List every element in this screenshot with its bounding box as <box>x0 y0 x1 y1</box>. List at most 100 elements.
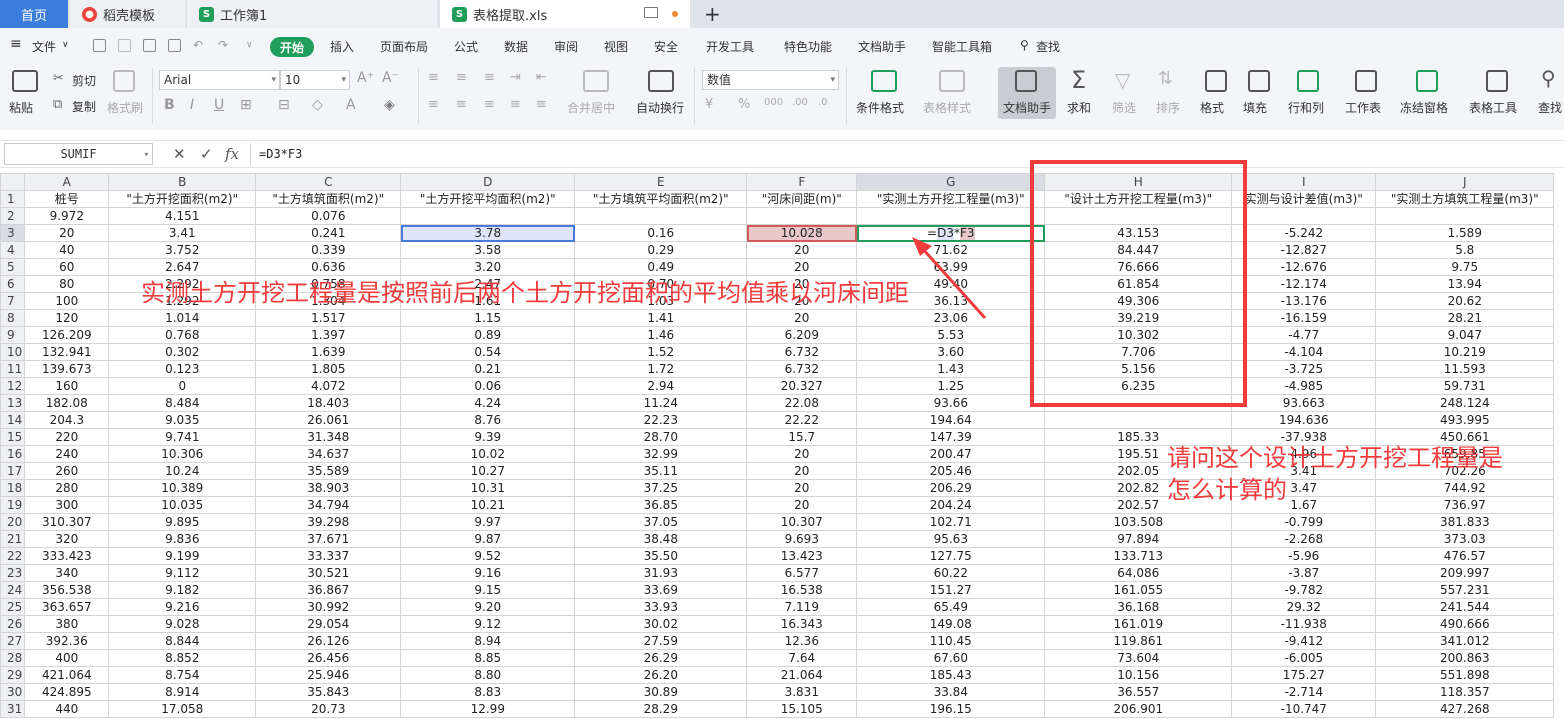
row-header[interactable]: 4 <box>0 241 26 259</box>
table-cell[interactable]: 8.484 <box>108 394 257 412</box>
table-cell[interactable]: 194.636 <box>1231 411 1377 429</box>
table-cell[interactable]: 10.219 <box>1375 343 1555 361</box>
table-cell[interactable]: 80 <box>24 275 110 293</box>
column-header[interactable]: B <box>108 173 257 191</box>
table-cell[interactable]: 0.70 <box>574 275 748 293</box>
table-cell[interactable]: 9.15 <box>400 581 576 599</box>
decrease-font-icon[interactable]: A⁻ <box>382 70 399 86</box>
table-cell[interactable]: 102.71 <box>856 513 1046 531</box>
table-cell[interactable]: -4.104 <box>1231 343 1377 361</box>
table-cell[interactable]: 1.43 <box>856 360 1046 378</box>
menu-search[interactable]: 查找 <box>1036 38 1060 55</box>
table-cell[interactable]: 20 <box>746 479 858 497</box>
table-cell[interactable]: 0 <box>108 377 257 395</box>
row-header[interactable]: 19 <box>0 496 26 514</box>
table-cell[interactable]: 736.97 <box>1375 496 1555 514</box>
table-cell[interactable]: 204.3 <box>24 411 110 429</box>
table-cell[interactable]: 10.02 <box>400 445 576 463</box>
cancel-icon[interactable]: ✕ <box>173 145 186 163</box>
table-cell[interactable]: 1.639 <box>255 343 402 361</box>
tab-workbook1[interactable]: S 工作簿1 <box>187 0 437 28</box>
table-cell[interactable]: 37.25 <box>574 479 748 497</box>
table-cell[interactable]: 9.97 <box>400 513 576 531</box>
table-cell[interactable]: 9.035 <box>108 411 257 429</box>
table-cell[interactable]: -12.827 <box>1231 241 1377 259</box>
table-cell[interactable]: 60 <box>24 258 110 276</box>
table-cell[interactable]: 35.50 <box>574 547 748 565</box>
table-cell[interactable]: 240 <box>24 445 110 463</box>
table-cell[interactable]: -12.676 <box>1231 258 1377 276</box>
menu-security[interactable]: 安全 <box>654 38 678 55</box>
table-cell[interactable]: 84.447 <box>1044 241 1233 259</box>
menu-features[interactable]: 特色功能 <box>784 38 832 55</box>
table-cell[interactable]: 241.544 <box>1375 598 1555 616</box>
table-cell[interactable] <box>574 207 748 225</box>
underline-icon[interactable]: U <box>214 97 224 113</box>
column-header[interactable]: C <box>255 173 402 191</box>
table-style-icon[interactable] <box>939 70 965 92</box>
table-cell[interactable]: 6.235 <box>1044 377 1233 395</box>
table-cell[interactable]: 551.898 <box>1375 666 1555 684</box>
table-cell[interactable]: 8.844 <box>108 632 257 650</box>
table-cell[interactable]: 202.05 <box>1044 462 1233 480</box>
table-cell[interactable]: 9.182 <box>108 581 257 599</box>
print-preview-icon[interactable] <box>168 39 181 52</box>
table-cell[interactable]: 18.403 <box>255 394 402 412</box>
table-cell[interactable]: 32.99 <box>574 445 748 463</box>
table-cell[interactable]: 260 <box>24 462 110 480</box>
table-cell[interactable]: 424.895 <box>24 683 110 701</box>
table-cell[interactable]: 20.62 <box>1375 292 1555 310</box>
table-cell[interactable]: 31.348 <box>255 428 402 446</box>
table-cell[interactable]: 0.49 <box>574 258 748 276</box>
table-cell[interactable]: 9.047 <box>1375 326 1555 344</box>
menu-file[interactable]: 文件 <box>32 38 56 55</box>
table-cell[interactable]: 73.604 <box>1044 649 1233 667</box>
table-cell[interactable]: 1.014 <box>108 309 257 327</box>
table-cell[interactable]: 33.337 <box>255 547 402 565</box>
save-icon[interactable] <box>93 39 106 52</box>
format-button[interactable]: 格式 <box>1200 99 1224 116</box>
table-cell[interactable]: 132.941 <box>24 343 110 361</box>
table-cell[interactable]: "土方填筑平均面积(m2)" <box>574 190 748 208</box>
table-cell[interactable]: 10.302 <box>1044 326 1233 344</box>
table-cell[interactable]: 9.52 <box>400 547 576 565</box>
row-header[interactable]: 1 <box>0 190 26 208</box>
table-cell[interactable]: 20 <box>746 309 858 327</box>
table-cell[interactable]: 3.752 <box>108 241 257 259</box>
conditional-format-button[interactable]: 条件格式 <box>856 99 904 116</box>
table-cell[interactable]: "土方填筑面积(m2)" <box>255 190 402 208</box>
table-cell[interactable]: 33.93 <box>574 598 748 616</box>
column-header[interactable]: E <box>574 173 748 191</box>
table-cell[interactable]: 29.32 <box>1231 598 1377 616</box>
table-cell[interactable]: 38.903 <box>255 479 402 497</box>
print-icon[interactable] <box>143 39 156 52</box>
table-cell[interactable]: "土方开挖平均面积(m2)" <box>400 190 576 208</box>
table-cell[interactable]: -3.87 <box>1231 564 1377 582</box>
column-header[interactable]: I <box>1231 173 1377 191</box>
worksheet-button[interactable]: 工作表 <box>1345 99 1381 116</box>
table-cell[interactable]: -4.77 <box>1231 326 1377 344</box>
row-col-button[interactable]: 行和列 <box>1288 99 1324 116</box>
table-cell[interactable]: 220 <box>24 428 110 446</box>
table-cell[interactable]: 11.593 <box>1375 360 1555 378</box>
table-cell[interactable]: 13.94 <box>1375 275 1555 293</box>
table-cell[interactable]: 196.15 <box>856 700 1046 718</box>
table-cell[interactable]: "实测土方填筑工程量(m3)" <box>1375 190 1555 208</box>
table-cell[interactable]: -3.725 <box>1231 360 1377 378</box>
table-cell[interactable]: 200.863 <box>1375 649 1555 667</box>
table-cell[interactable]: 6.577 <box>746 564 858 582</box>
row-header[interactable]: 18 <box>0 479 26 497</box>
table-cell[interactable]: 3.831 <box>746 683 858 701</box>
table-cell[interactable] <box>1044 411 1233 429</box>
table-cell[interactable]: 0.302 <box>108 343 257 361</box>
table-cell[interactable]: -12.174 <box>1231 275 1377 293</box>
table-cell[interactable]: 20 <box>746 258 858 276</box>
table-cell[interactable]: 702.26 <box>1375 462 1555 480</box>
font-name-select[interactable]: Arial ▾ <box>159 70 280 90</box>
menu-formulas[interactable]: 公式 <box>454 38 478 55</box>
table-cell[interactable]: 10.307 <box>746 513 858 531</box>
table-cell[interactable]: 95.63 <box>856 530 1046 548</box>
table-cell[interactable]: 61.854 <box>1044 275 1233 293</box>
thousands-icon[interactable]: 000 <box>764 97 783 108</box>
table-cell[interactable]: 0.29 <box>574 241 748 259</box>
